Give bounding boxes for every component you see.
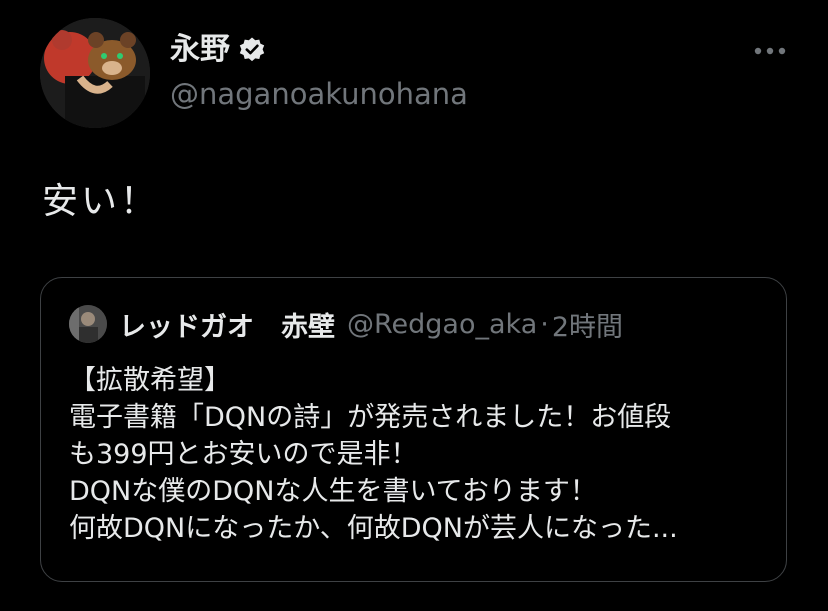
avatar-image — [40, 18, 150, 128]
quote-text-line: も399円とお安いので是非！ — [69, 439, 418, 470]
tweet: 永野 @naganoakunohana 安い！ レッドガオ 赤壁 @Redgao… — [0, 0, 828, 611]
quote-text-line: 電子書籍「DQNの詩」が発売されました！お値段 — [69, 402, 672, 433]
author-handle[interactable]: @naganoakunohana — [170, 74, 468, 114]
quote-text-line: 何故DQNになったか、何故DQNが芸人になった... — [69, 513, 678, 544]
quote-text-line: 【拡散希望】 — [69, 365, 231, 396]
author-name-row: 永野 — [170, 30, 468, 70]
quote-separator: · — [540, 308, 549, 340]
quoted-tweet-card[interactable]: レッドガオ 赤壁 @Redgao_aka · 2時間 【拡散希望】 電子書籍「D… — [40, 277, 787, 582]
quote-author-avatar[interactable] — [69, 305, 107, 343]
more-options-button[interactable] — [752, 36, 788, 66]
quote-text-line: DQNな僕のDQNな人生を書いております！ — [69, 476, 597, 507]
author-display-name[interactable]: 永野 — [170, 30, 230, 70]
quote-header: レッドガオ 赤壁 @Redgao_aka · 2時間 — [69, 304, 623, 344]
tweet-text: 安い！ — [42, 181, 160, 222]
quote-author-handle[interactable]: @Redgao_aka — [347, 309, 537, 340]
quote-author-name[interactable]: レッドガオ 赤壁 — [119, 305, 335, 344]
more-dots-icon — [754, 47, 786, 55]
author-info: 永野 @naganoakunohana — [170, 30, 468, 114]
author-avatar[interactable] — [40, 18, 150, 128]
quote-text: 【拡散希望】 電子書籍「DQNの詩」が発売されました！お値段 も399円とお安い… — [69, 362, 769, 547]
verified-badge-icon — [238, 36, 266, 64]
quote-avatar-image — [69, 305, 107, 343]
quote-timestamp[interactable]: 2時間 — [552, 305, 623, 344]
